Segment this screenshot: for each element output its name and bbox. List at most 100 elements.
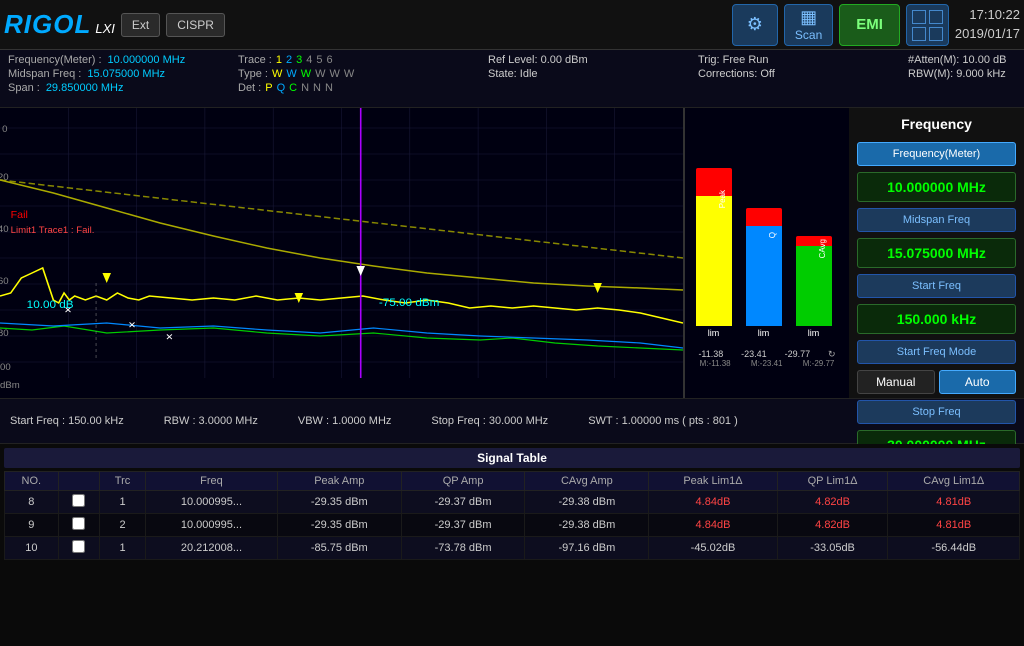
cell-trc: 2 — [100, 514, 146, 537]
cell-plim: 4.84dB — [649, 514, 777, 537]
row-checkbox[interactable] — [72, 517, 85, 530]
cell-peak: -29.35 dBm — [277, 491, 401, 514]
cell-check[interactable] — [58, 537, 99, 560]
corrections: Corrections: Off — [698, 68, 898, 80]
cell-plim: -45.02dB — [649, 537, 777, 560]
cell-freq: 10.000995... — [146, 514, 278, 537]
cell-cavg: -29.38 dBm — [525, 491, 649, 514]
cell-qplim: -33.05dB — [777, 537, 888, 560]
type-1: W — [272, 68, 282, 80]
det-5: N — [313, 82, 321, 94]
main-area: 0 -20 -40 -60 -80 -100 dBm Fail Limit1 T… — [0, 108, 1024, 398]
col-check — [58, 472, 99, 491]
auto-mode-button[interactable]: Auto — [939, 370, 1017, 394]
info-bar: Frequency(Meter) : 10.000000 MHz Midspan… — [0, 50, 1024, 108]
span-label: Span : — [8, 82, 40, 94]
table-row: 9 2 10.000995... -29.35 dBm -29.37 dBm -… — [5, 514, 1020, 537]
type-3: W — [301, 68, 311, 80]
table-header-row: NO. Trc Freq Peak Amp QP Amp CAvg Amp Pe… — [5, 472, 1020, 491]
cell-no: 8 — [5, 491, 59, 514]
bar-yellow-label: lim — [708, 328, 720, 338]
manual-mode-button[interactable]: Manual — [857, 370, 935, 394]
scan-button[interactable]: ▦ Scan — [784, 4, 833, 46]
type-6: W — [344, 68, 354, 80]
bar-blue-label: lim — [758, 328, 770, 338]
col-no: NO. — [5, 472, 59, 491]
date-value: 2019/01/17 — [955, 25, 1020, 43]
lxi-badge: LXI — [95, 21, 115, 36]
svg-text:-40: -40 — [0, 224, 9, 234]
svg-text:-100: -100 — [0, 362, 11, 372]
q-text: Q — [768, 232, 777, 238]
det-label: Det : — [238, 82, 261, 94]
freq-meter-button[interactable]: Frequency(Meter) — [857, 142, 1016, 166]
det-6: N — [325, 82, 333, 94]
start-freq-button[interactable]: Start Freq — [857, 274, 1016, 298]
cell-peak: -85.75 dBm — [277, 537, 401, 560]
grid-layout-button[interactable] — [906, 4, 949, 46]
trace-info: Trace : 1 2 3 4 5 6 Type : W W W W W W D… — [238, 54, 478, 94]
midspan-value-display[interactable]: 15.075000 MHz — [857, 238, 1016, 268]
cell-plim: 4.84dB — [649, 491, 777, 514]
start-mode-row: Manual Auto — [857, 370, 1016, 394]
atten: #Atten(M): 10.00 dB — [908, 54, 1024, 66]
midspan-label: Midspan Freq : — [8, 68, 81, 80]
sidebar: Frequency Frequency(Meter) 10.000000 MHz… — [849, 108, 1024, 398]
grid-cell-3 — [912, 27, 926, 41]
start-freq-mode-button[interactable]: Start Freq Mode — [857, 340, 1016, 364]
cell-check[interactable] — [58, 514, 99, 537]
col-qp: QP Amp — [401, 472, 525, 491]
cell-trc: 1 — [100, 491, 146, 514]
header: RIGOL LXI Ext CISPR ⚙ ▦ Scan EMI 17:10:2… — [0, 0, 1024, 50]
stop-freq-button[interactable]: Stop Freq — [857, 400, 1016, 424]
peak-text: Peak — [718, 190, 727, 208]
midspan-button[interactable]: Midspan Freq — [857, 208, 1016, 232]
stop-freq-display: Stop Freq : 30.000 MHz — [431, 415, 548, 427]
trace-2: 2 — [286, 54, 292, 66]
sidebar-title: Frequency — [857, 116, 1016, 132]
svg-text:dBm: dBm — [0, 380, 20, 390]
table-row: 10 1 20.212008... -85.75 dBm -73.78 dBm … — [5, 537, 1020, 560]
settings-button[interactable]: ⚙ — [732, 4, 778, 46]
bottom-area: Signal Table NO. Trc Freq Peak Amp QP Am… — [0, 444, 1024, 646]
bar-yellow — [696, 196, 732, 326]
trace-3: 3 — [296, 54, 302, 66]
bar-blue — [746, 226, 782, 326]
logo-area: RIGOL LXI — [4, 9, 115, 40]
rbw-display: RBW : 3.0000 MHz — [164, 415, 258, 427]
cell-qp: -73.78 dBm — [401, 537, 525, 560]
col-freq: Freq — [146, 472, 278, 491]
col-cavglim: CAvg Lim1Δ — [888, 472, 1020, 491]
svg-text:✕: ✕ — [165, 332, 173, 342]
time-value: 17:10:22 — [955, 6, 1020, 24]
freq-meter-label: Frequency(Meter) : — [8, 54, 102, 66]
col-qplim: QP Lim1Δ — [777, 472, 888, 491]
cell-cavglim: 4.81dB — [888, 514, 1020, 537]
freq-meter-value-display[interactable]: 10.000000 MHz — [857, 172, 1016, 202]
svg-text:-80: -80 — [0, 328, 9, 338]
trace-label: Trace : — [238, 54, 272, 66]
ext-button[interactable]: Ext — [121, 13, 160, 37]
scan-grid-icon: ▦ — [800, 7, 817, 28]
cell-cavglim: -56.44dB — [888, 537, 1020, 560]
start-freq-display: Start Freq : 150.00 kHz — [10, 415, 124, 427]
row-checkbox[interactable] — [72, 494, 85, 507]
svg-text:10.00 dB: 10.00 dB — [27, 299, 74, 311]
svg-text:✕: ✕ — [128, 320, 136, 330]
bar-blue-lim — [746, 208, 782, 226]
det-1: P — [265, 82, 272, 94]
emi-button[interactable]: EMI — [839, 4, 900, 46]
cell-qp: -29.37 dBm — [401, 514, 525, 537]
cell-check[interactable] — [58, 491, 99, 514]
start-freq-value-display[interactable]: 150.000 kHz — [857, 304, 1016, 334]
cell-cavg: -97.16 dBm — [525, 537, 649, 560]
cell-cavg: -29.38 dBm — [525, 514, 649, 537]
cispr-button[interactable]: CISPR — [166, 13, 225, 37]
cavg-text: CAvg — [818, 239, 827, 258]
gear-icon: ⚙ — [747, 14, 763, 35]
cell-peak: -29.35 dBm — [277, 514, 401, 537]
trace-4: 4 — [306, 54, 312, 66]
trace-5: 5 — [316, 54, 322, 66]
scan-label: Scan — [795, 28, 822, 42]
row-checkbox[interactable] — [72, 540, 85, 553]
